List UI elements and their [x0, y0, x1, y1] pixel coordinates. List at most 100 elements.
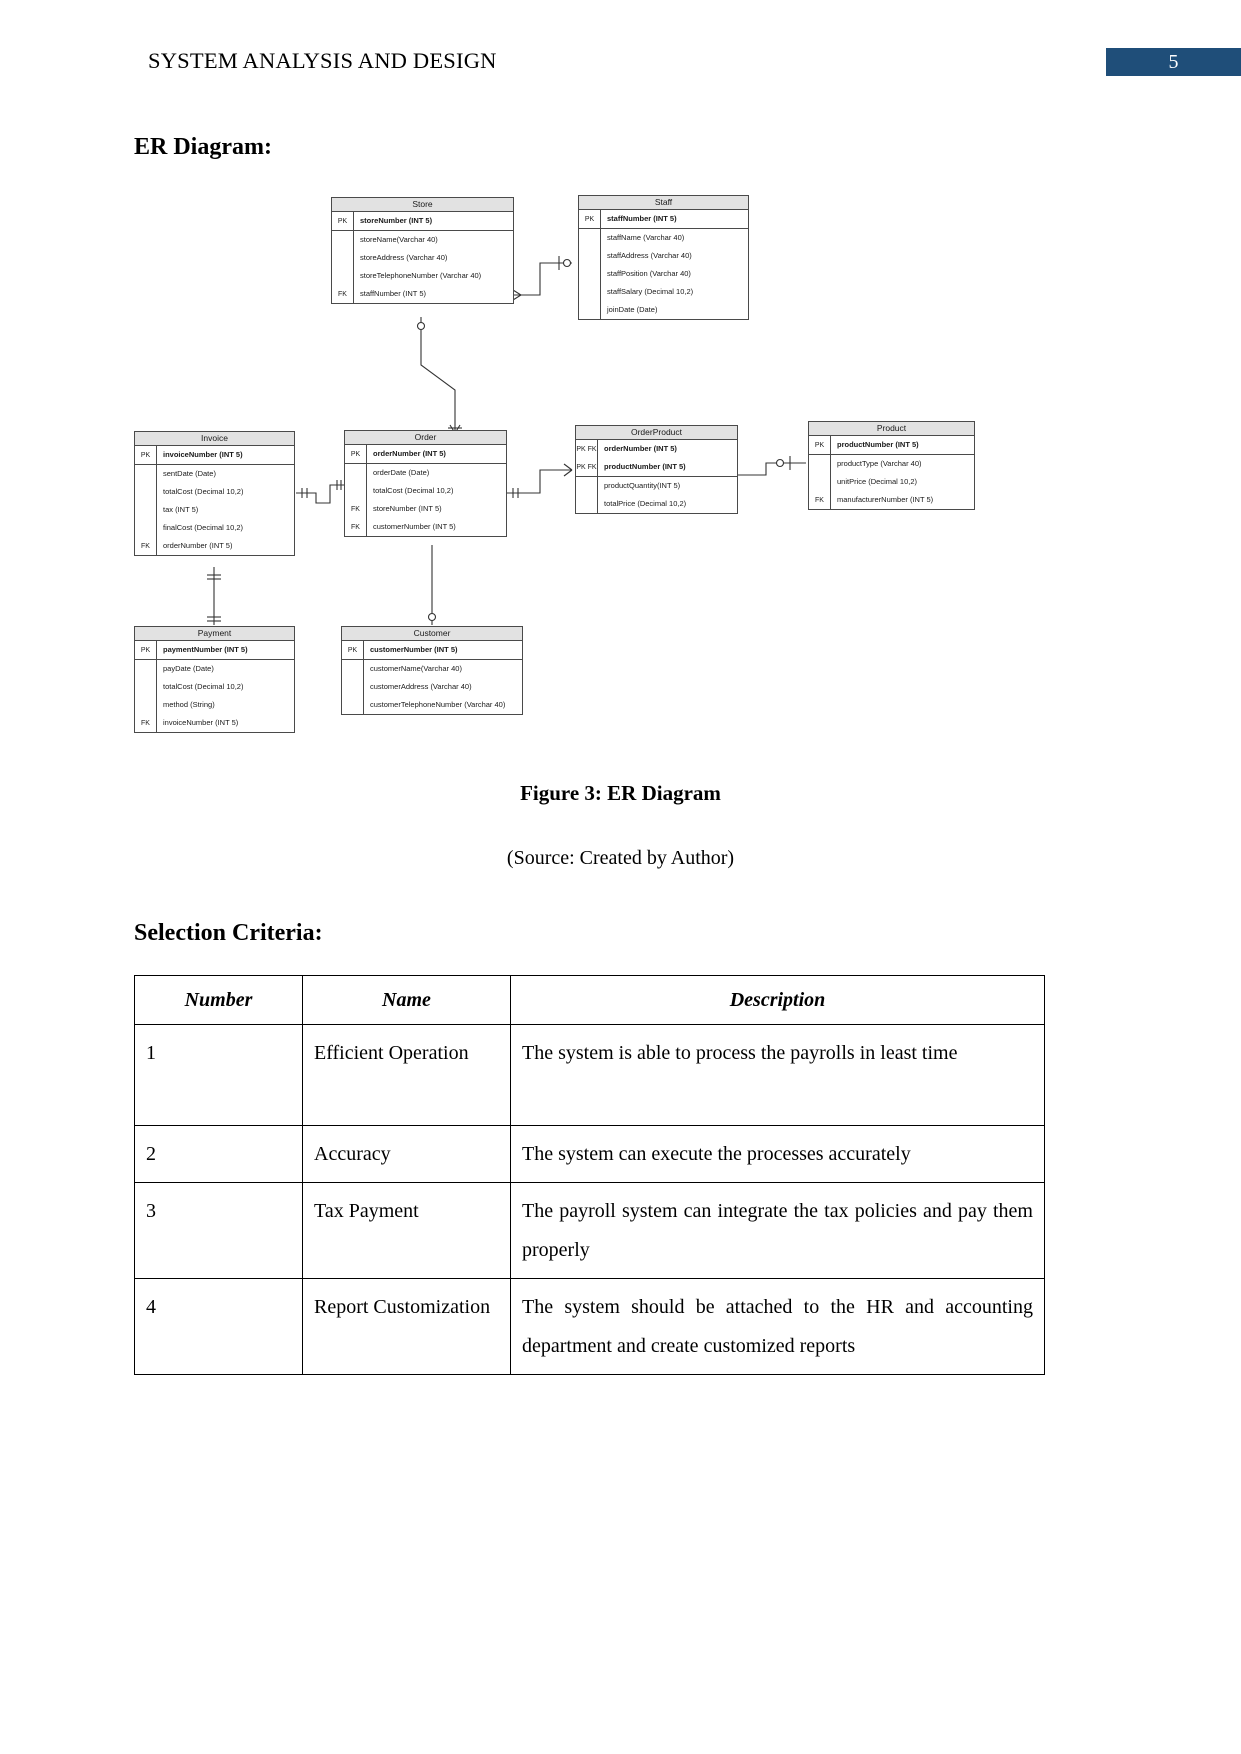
attribute-label: storeNumber (INT 5) — [373, 504, 442, 513]
entity-attribute-row: totalCost (Decimal 10,2) — [135, 678, 294, 696]
cell-name: Tax Payment — [302, 1182, 511, 1280]
entity-attribute-row: orderDate (Date) — [345, 464, 506, 482]
key-label — [579, 301, 601, 319]
attribute-label: staffPosition (Varchar 40) — [607, 269, 691, 278]
attribute-label: finalCost (Decimal 10,2) — [163, 523, 244, 532]
entity-attribute-row: customerTelephoneNumber (Varchar 40) — [342, 696, 522, 714]
entity-attribute-row: FK customerNumber (INT 5) — [345, 518, 506, 536]
column-header-description: Description — [510, 975, 1045, 1025]
attribute-label: totalCost (Decimal 10,2) — [163, 682, 244, 691]
attribute-label: sentDate (Date) — [163, 469, 216, 478]
page-header: SYSTEM ANALYSIS AND DESIGN 5 — [0, 48, 1241, 88]
attribute-label: totalPrice (Decimal 10,2) — [604, 499, 687, 508]
entity-attribute-row: storeTelephoneNumber (Varchar 40) — [332, 267, 513, 285]
entity-staff: Staff PK staffNumber (INT 5) staffName (… — [578, 195, 749, 320]
entity-title: Staff — [579, 196, 748, 210]
key-label: PK — [135, 641, 157, 659]
entity-attribute-row: PK customerNumber (INT 5) — [342, 641, 522, 660]
cell-number: 3 — [134, 1182, 303, 1280]
entity-attribute-row: PK orderNumber (INT 5) — [345, 445, 506, 464]
attribute-label: customerTelephoneNumber (Varchar 40) — [370, 700, 506, 709]
key-label: FK — [332, 285, 354, 303]
key-label — [345, 464, 367, 482]
entity-title: Payment — [135, 627, 294, 641]
entity-title: Product — [809, 422, 974, 436]
key-label — [342, 678, 364, 696]
entity-attribute-row: PK productNumber (INT 5) — [809, 436, 974, 455]
attribute-label: paymentNumber (INT 5) — [163, 645, 248, 654]
entity-attribute-row: tax (INT 5) — [135, 501, 294, 519]
attribute-label: orderNumber (INT 5) — [604, 444, 677, 453]
attribute-label: method (String) — [163, 700, 215, 709]
table-row: 4 Report Customization The system should… — [134, 1278, 1045, 1375]
key-label — [135, 660, 157, 678]
attribute-label: staffAddress (Varchar 40) — [607, 251, 692, 260]
entity-payment: Payment PK paymentNumber (INT 5) payDate… — [134, 626, 295, 733]
key-label: PK — [135, 446, 157, 464]
attribute-label: productNumber (INT 5) — [604, 462, 686, 471]
entity-attribute-row: PK FK orderNumber (INT 5) — [576, 440, 737, 458]
entity-store: Store PK storeNumber (INT 5) storeName(V… — [331, 197, 514, 304]
entity-attribute-row: joinDate (Date) — [579, 301, 748, 319]
entity-attribute-row: staffSalary (Decimal 10,2) — [579, 283, 748, 301]
key-label — [579, 283, 601, 301]
cell-number: 4 — [134, 1278, 303, 1375]
key-label — [332, 249, 354, 267]
key-label — [332, 231, 354, 249]
entity-attribute-row: sentDate (Date) — [135, 465, 294, 483]
attribute-label: unitPrice (Decimal 10,2) — [837, 477, 918, 486]
attribute-label: invoiceNumber (INT 5) — [163, 718, 239, 727]
figure-caption: Figure 3: ER Diagram — [520, 781, 721, 805]
entity-attribute-row: FK orderNumber (INT 5) — [135, 537, 294, 555]
entity-attribute-row: PK FK productNumber (INT 5) — [576, 458, 737, 477]
entity-attribute-row: totalPrice (Decimal 10,2) — [576, 495, 737, 513]
column-header-number: Number — [134, 975, 303, 1025]
entity-attribute-row: staffPosition (Varchar 40) — [579, 265, 748, 283]
entity-attribute-row: PK paymentNumber (INT 5) — [135, 641, 294, 660]
attribute-label: staffName (Varchar 40) — [607, 233, 685, 242]
attribute-label: totalCost (Decimal 10,2) — [163, 487, 244, 496]
entity-attribute-row: FK manufacturerNumber (INT 5) — [809, 491, 974, 509]
entity-title: Store — [332, 198, 513, 212]
table-header-row: Number Name Description — [134, 975, 1045, 1025]
attribute-label: staffSalary (Decimal 10,2) — [607, 287, 694, 296]
key-label — [342, 696, 364, 714]
key-label — [579, 265, 601, 283]
entity-title: Invoice — [135, 432, 294, 446]
attribute-label: staffNumber (INT 5) — [607, 214, 677, 223]
key-label: PK — [332, 212, 354, 230]
attribute-label: productQuantity(INT 5) — [604, 481, 681, 490]
entity-attribute-row: FK staffNumber (INT 5) — [332, 285, 513, 303]
attribute-label: customerNumber (INT 5) — [370, 645, 458, 654]
key-label: PK — [809, 436, 831, 454]
key-label — [576, 495, 598, 513]
table-row: 3 Tax Payment The payroll system can int… — [134, 1182, 1045, 1280]
attribute-label: orderNumber (INT 5) — [163, 541, 233, 550]
key-label: FK — [345, 500, 367, 518]
entity-attribute-row: totalCost (Decimal 10,2) — [135, 483, 294, 501]
attribute-label: joinDate (Date) — [607, 305, 658, 314]
key-label — [135, 465, 157, 483]
entity-title: Customer — [342, 627, 522, 641]
cell-description: The system can execute the processes acc… — [510, 1124, 1045, 1184]
attribute-label: orderDate (Date) — [373, 468, 430, 477]
entity-attribute-row: PK storeNumber (INT 5) — [332, 212, 513, 231]
attribute-label: customerName(Varchar 40) — [370, 664, 462, 673]
entity-attribute-row: FK invoiceNumber (INT 5) — [135, 714, 294, 732]
key-label — [342, 660, 364, 678]
key-label — [135, 519, 157, 537]
key-label: FK — [809, 491, 831, 509]
entity-orderproduct: OrderProduct PK FK orderNumber (INT 5) P… — [575, 425, 738, 514]
entity-attribute-row: staffAddress (Varchar 40) — [579, 247, 748, 265]
selection-criteria-heading: Selection Criteria: — [134, 920, 323, 946]
entity-attribute-row: customerAddress (Varchar 40) — [342, 678, 522, 696]
er-diagram: Store PK storeNumber (INT 5) storeName(V… — [0, 185, 1241, 755]
attribute-label: customerNumber (INT 5) — [373, 522, 456, 531]
key-label — [809, 455, 831, 473]
key-label — [576, 477, 598, 495]
key-label — [332, 267, 354, 285]
entity-attribute-row: staffName (Varchar 40) — [579, 229, 748, 247]
figure-source-note: (Source: Created by Author) — [506, 847, 735, 869]
entity-product: Product PK productNumber (INT 5) product… — [808, 421, 975, 510]
key-label: FK — [135, 714, 157, 732]
